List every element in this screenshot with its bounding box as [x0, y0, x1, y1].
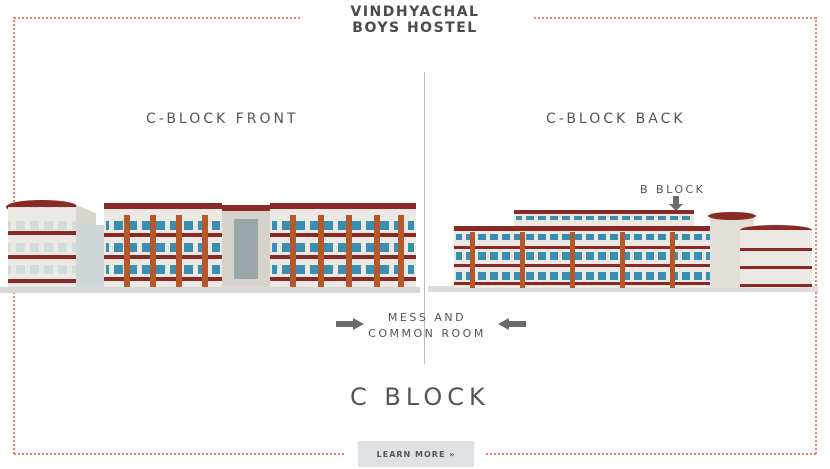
mess-common-room-label: MESS AND COMMON ROOM	[358, 310, 496, 342]
frame-bottom-left	[14, 453, 344, 455]
c-block-back-label: C-BLOCK BACK	[546, 111, 686, 127]
mess-label-line-1: MESS AND	[387, 311, 467, 324]
frame-bottom-right	[486, 453, 816, 455]
page-title: VINDHYACHAL BOYS HOSTEL	[300, 4, 530, 36]
learn-more-button[interactable]: LEARN MORE »	[358, 441, 474, 467]
arrow-left-icon	[498, 318, 526, 330]
c-block-heading: C BLOCK	[350, 383, 490, 411]
frame-top-right	[534, 17, 816, 19]
c-block-front-image	[0, 200, 420, 293]
title-line-1: VINDHYACHAL	[350, 4, 480, 20]
c-block-front-label: C-BLOCK FRONT	[146, 111, 299, 127]
c-block-back-image	[428, 210, 818, 292]
b-block-label: B BLOCK	[640, 183, 706, 196]
title-line-2: BOYS HOSTEL	[352, 20, 478, 36]
mess-label-line-2: COMMON ROOM	[368, 327, 486, 340]
frame-top-left	[14, 17, 300, 19]
